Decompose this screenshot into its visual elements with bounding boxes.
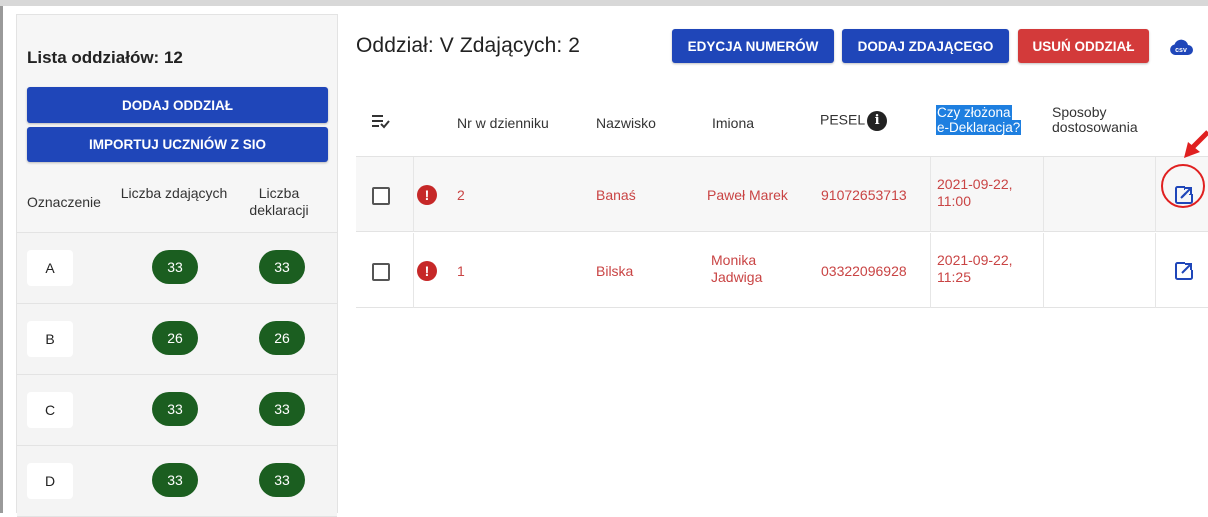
declaration-date: 2021-09-22, [937,252,1013,268]
adjustments-label-line1: Sposoby [1052,104,1107,120]
column-header-declaration: Czy złożona e-Deklaracja? [936,105,1022,135]
row-surname: Banaś [596,187,636,203]
open-in-new-icon[interactable] [1174,261,1194,281]
top-border [0,0,1208,6]
column-divider [1043,233,1044,308]
adjustments-label-line2: dostosowania [1052,119,1138,135]
column-divider [413,233,414,308]
row-declaration-date: 2021-09-22, 11:00 [937,176,1013,210]
row-pesel: 91072653713 [821,187,907,203]
annotation-arrow-icon [1184,130,1208,158]
class-row-b[interactable]: B 26 26 [17,304,337,375]
row-checkbox[interactable] [372,187,390,205]
row-pesel: 03322096928 [821,263,907,279]
add-class-button[interactable]: DODAJ ODDZIAŁ [27,87,328,123]
add-examinee-button[interactable]: DODAJ ZDAJĄCEGO [842,29,1009,63]
second-name: Jadwiga [711,269,763,285]
row-checkbox[interactable] [372,263,390,281]
class-row-a[interactable]: A 33 33 [17,233,337,304]
edit-numbers-button[interactable]: EDYCJA NUMERÓW [672,29,834,63]
class-code: A [27,250,73,286]
column-select-icon[interactable] [372,113,390,129]
class-code: C [27,392,73,428]
column-divider [413,157,414,232]
row-declaration-date: 2021-09-22, 11:25 [937,252,1013,286]
class-row-d[interactable]: D 33 33 [17,446,337,517]
pesel-label: PESEL [820,111,866,128]
delete-class-button[interactable]: USUŃ ODDZIAŁ [1018,29,1149,63]
declaration-time: 11:25 [937,269,971,285]
declarations-count-badge: 33 [259,392,305,426]
first-name: Monika [711,252,757,268]
column-header-declarations: Liczba deklaracji [249,185,309,218]
declaration-time: 11:00 [937,193,971,209]
column-header-surname: Nazwisko [596,115,656,131]
table-row[interactable]: ! 2 Banaś Paweł Marek 91072653713 2021-0… [356,157,1208,232]
column-header-code: Oznaczenie [27,194,101,210]
declaration-label-line1: Czy złożona [936,105,1012,120]
table-header: Nr w dzienniku Nazwisko Imiona PESEL i Cz… [356,86,1208,157]
table-row[interactable]: ! 1 Bilska Monika Jadwiga 03322096928 20… [356,233,1208,308]
classes-sidebar: Lista oddziałów: 12 DODAJ ODDZIAŁ IMPORT… [16,14,338,517]
info-icon[interactable]: i [867,111,888,131]
column-divider [930,157,931,232]
class-code: B [27,321,73,357]
left-border [0,6,3,513]
examinees-count-badge: 33 [152,250,198,284]
row-names: Paweł Marek [707,187,788,203]
row-names: Monika Jadwiga [711,252,762,286]
declarations-count-badge: 33 [259,250,305,284]
column-divider [1155,157,1156,232]
page-title: Oddział: V Zdających: 2 [356,34,581,57]
declaration-label-line2: e-Deklaracja? [936,120,1022,135]
classes-count-title: Lista oddziałów: 12 [27,48,183,67]
examinees-count-badge: 26 [152,321,198,355]
column-header-adjustments: Sposoby dostosowania [1052,105,1138,135]
import-students-button[interactable]: IMPORTUJ UCZNIÓW Z SIO [27,127,328,162]
highlight-circle-annotation [1161,164,1205,208]
column-divider [1155,233,1156,308]
declarations-count-badge: 33 [259,463,305,497]
row-number: 1 [457,263,465,279]
declarations-count-badge: 26 [259,321,305,355]
row-surname: Bilska [596,263,634,279]
declaration-date: 2021-09-22, [937,176,1013,192]
error-icon: ! [417,261,437,281]
examinees-count-badge: 33 [152,463,198,497]
examinees-count-badge: 33 [152,392,198,426]
column-header-examinees: Liczba zdających [120,185,228,201]
column-divider [930,233,931,308]
classes-table-header: Oznaczenie Liczba zdających Liczba dekla… [17,172,337,233]
column-header-names: Imiona [712,115,755,131]
csv-label: csv [1175,47,1187,54]
column-header-number: Nr w dzienniku [457,115,549,131]
error-icon: ! [417,185,437,205]
column-divider [1043,157,1044,232]
column-header-pesel: PESEL i [820,111,888,131]
class-row-c[interactable]: C 33 33 [17,375,337,446]
row-number: 2 [457,187,465,203]
class-code: D [27,463,73,499]
csv-cloud-icon[interactable]: csv [1168,36,1194,58]
